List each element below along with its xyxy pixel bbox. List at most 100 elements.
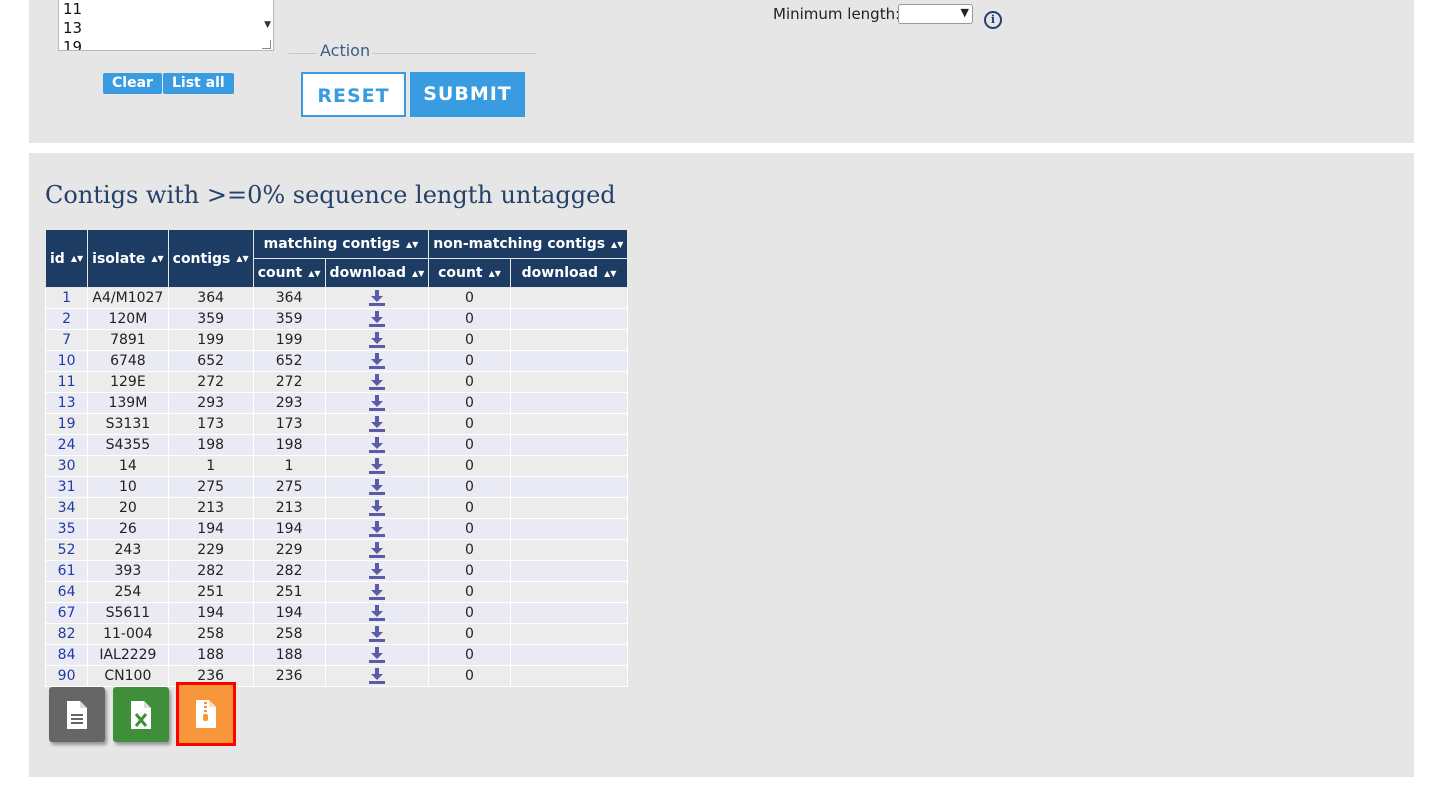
row-contigs: 293 [167, 392, 254, 414]
listbox-option[interactable]: 19 [63, 38, 82, 50]
row-matching-download[interactable] [324, 287, 430, 309]
row-matching-download[interactable] [324, 329, 430, 351]
row-matching-download[interactable] [324, 392, 430, 414]
row-id-link[interactable]: 2 [44, 308, 89, 330]
row-isolate: 11-004 [87, 623, 169, 645]
row-contigs: 275 [167, 476, 254, 498]
row-id-link[interactable]: 90 [44, 665, 89, 687]
row-non-matching-download [509, 308, 629, 330]
row-id-link[interactable]: 82 [44, 623, 89, 645]
table-row: 1 A4/M1027 364 364 0 [44, 287, 629, 309]
row-matching-download[interactable] [324, 539, 430, 561]
submit-button[interactable]: SUBMIT [410, 72, 525, 117]
row-non-matching-count: 0 [428, 455, 511, 477]
row-id-link[interactable]: 34 [44, 497, 89, 519]
row-id-link[interactable]: 10 [44, 350, 89, 372]
row-isolate: 139M [87, 392, 169, 414]
row-matching-count: 236 [252, 665, 326, 687]
row-non-matching-count: 0 [428, 623, 511, 645]
scroll-down-arrow-icon[interactable]: ▼ [264, 20, 271, 30]
excel-export-button[interactable] [113, 687, 169, 742]
row-matching-download[interactable] [324, 623, 430, 645]
row-matching-download[interactable] [324, 560, 430, 582]
row-id-link[interactable]: 19 [44, 413, 89, 435]
row-contigs: 199 [167, 329, 254, 351]
row-matching-download[interactable] [324, 308, 430, 330]
list-all-button[interactable]: List all [163, 73, 234, 94]
row-matching-download[interactable] [324, 476, 430, 498]
row-id-link[interactable]: 11 [44, 371, 89, 393]
column-header-matching-contigs[interactable]: matching contigs ▲▼ [252, 229, 430, 259]
sort-icon: ▲▼ [151, 254, 164, 263]
row-id-link[interactable]: 64 [44, 581, 89, 603]
row-matching-download[interactable] [324, 581, 430, 603]
row-id-link[interactable]: 67 [44, 602, 89, 624]
table-row: 30 14 1 1 0 [44, 455, 629, 477]
row-isolate: S5611 [87, 602, 169, 624]
row-id-link[interactable]: 52 [44, 539, 89, 561]
row-id-link[interactable]: 31 [44, 476, 89, 498]
info-icon[interactable]: i [984, 11, 1002, 29]
listbox-option[interactable]: 11 [63, 0, 82, 19]
download-icon [368, 395, 385, 411]
row-non-matching-count: 0 [428, 287, 511, 309]
minimum-length-label: Minimum length: [773, 5, 901, 23]
fieldset-border [372, 53, 537, 54]
listbox-option[interactable]: 13 [63, 19, 82, 38]
text-export-button[interactable] [49, 687, 105, 742]
row-matching-download[interactable] [324, 518, 430, 540]
row-id-link[interactable]: 61 [44, 560, 89, 582]
row-matching-count: 194 [252, 518, 326, 540]
row-non-matching-count: 0 [428, 329, 511, 351]
row-non-matching-count: 0 [428, 392, 511, 414]
table-row: 84 IAL2229 188 188 0 [44, 644, 629, 666]
row-isolate: 20 [87, 497, 169, 519]
download-icon [368, 353, 385, 369]
row-matching-download[interactable] [324, 350, 430, 372]
row-matching-download[interactable] [324, 371, 430, 393]
clear-button[interactable]: Clear [103, 73, 162, 94]
column-header-contigs[interactable]: contigs ▲▼ [167, 229, 254, 288]
zip-export-button[interactable] [176, 682, 236, 746]
resize-handle-icon[interactable] [262, 40, 271, 49]
row-id-link[interactable]: 7 [44, 329, 89, 351]
column-header-id[interactable]: id ▲▼ [44, 229, 89, 288]
row-matching-count: 1 [252, 455, 326, 477]
download-icon [368, 500, 385, 516]
column-header-matching-download[interactable]: download ▲▼ [324, 258, 430, 288]
minimum-length-select[interactable]: ▼ [898, 4, 973, 24]
column-header-matching-count[interactable]: count ▲▼ [252, 258, 326, 288]
row-non-matching-download [509, 392, 629, 414]
id-listbox[interactable]: 11 13 19 ▼ [58, 0, 274, 51]
row-id-link[interactable]: 30 [44, 455, 89, 477]
sort-icon: ▲▼ [411, 268, 425, 278]
column-header-isolate[interactable]: isolate ▲▼ [87, 229, 169, 288]
row-id-link[interactable]: 84 [44, 644, 89, 666]
row-isolate: 6748 [87, 350, 169, 372]
row-matching-download[interactable] [324, 665, 430, 687]
table-row: 61 393 282 282 0 [44, 560, 629, 582]
reset-button[interactable]: RESET [301, 72, 406, 117]
row-id-link[interactable]: 13 [44, 392, 89, 414]
row-matching-download[interactable] [324, 497, 430, 519]
row-isolate: IAL2229 [87, 644, 169, 666]
row-matching-count: 359 [252, 308, 326, 330]
column-header-non-matching-download[interactable]: download ▲▼ [509, 258, 629, 288]
row-non-matching-count: 0 [428, 413, 511, 435]
row-matching-download[interactable] [324, 434, 430, 456]
row-isolate: 243 [87, 539, 169, 561]
row-non-matching-download [509, 602, 629, 624]
row-id-link[interactable]: 35 [44, 518, 89, 540]
column-header-non-matching-count[interactable]: count ▲▼ [428, 258, 511, 288]
row-non-matching-count: 0 [428, 434, 511, 456]
row-matching-download[interactable] [324, 644, 430, 666]
row-non-matching-count: 0 [428, 350, 511, 372]
row-matching-download[interactable] [324, 413, 430, 435]
row-matching-download[interactable] [324, 455, 430, 477]
row-id-link[interactable]: 1 [44, 287, 89, 309]
table-row: 31 10 275 275 0 [44, 476, 629, 498]
table-row: 7 7891 199 199 0 [44, 329, 629, 351]
column-header-non-matching-contigs[interactable]: non-matching contigs ▲▼ [428, 229, 629, 259]
row-id-link[interactable]: 24 [44, 434, 89, 456]
row-matching-download[interactable] [324, 602, 430, 624]
